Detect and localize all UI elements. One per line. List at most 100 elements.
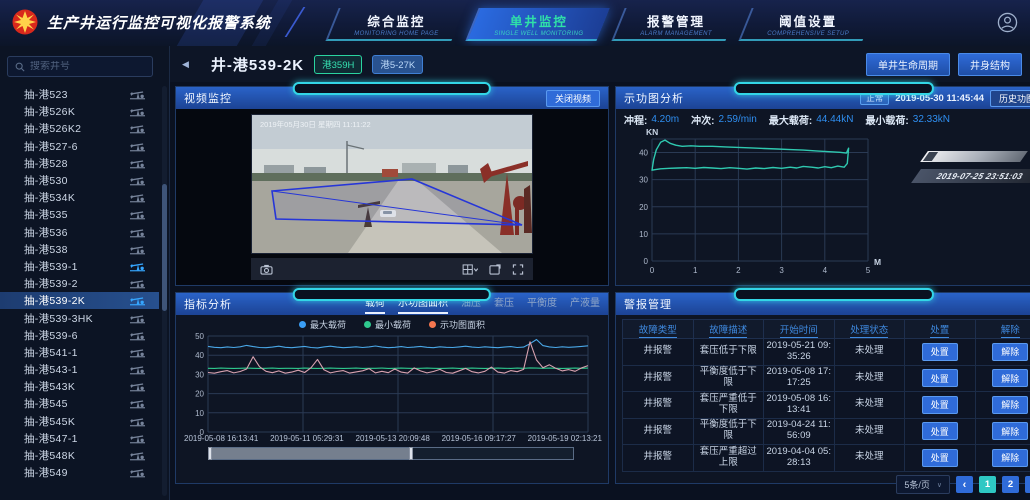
pumpjack-icon xyxy=(130,347,145,358)
well-item[interactable]: 抽-港543-1 xyxy=(0,361,159,378)
metrics-tab-3[interactable]: 油压 xyxy=(461,294,481,314)
user-account-button[interactable] xyxy=(997,12,1018,36)
search-input[interactable] xyxy=(30,61,145,72)
metrics-tab-6[interactable]: 产液量 xyxy=(570,294,600,314)
collapse-sidebar-icon[interactable]: ◀ xyxy=(182,59,189,70)
well-item[interactable]: 抽-港527-6 xyxy=(0,138,159,155)
nav-tab-4[interactable]: 阈值设置COMPREHENSIVE SETUP xyxy=(739,8,876,41)
well-item[interactable]: 抽-港536 xyxy=(0,224,159,241)
pumpjack-icon xyxy=(130,381,145,392)
nav-tab-1[interactable]: 综合监控MONITORING HOME PAGE xyxy=(325,8,465,41)
pumpjack-icon xyxy=(130,244,145,255)
release-alarm-button[interactable]: 解除 xyxy=(992,396,1028,414)
well-structure-button[interactable]: 井身结构 xyxy=(958,53,1022,76)
legend-item[interactable]: 示功图面积 xyxy=(429,318,485,331)
page-number-button[interactable]: 2 xyxy=(1002,476,1019,493)
nav-tab-2[interactable]: 单井监控SINGLE WELL MONITORING xyxy=(466,8,611,41)
well-item-selected[interactable]: 抽-港539-2K xyxy=(0,292,159,309)
well-search[interactable] xyxy=(7,56,153,77)
handle-alarm-button[interactable]: 处置 xyxy=(922,449,958,467)
metrics-tab-2[interactable]: 示功图面积 xyxy=(398,294,448,314)
datazoom-handle-left[interactable] xyxy=(208,447,212,460)
lifecycle-button[interactable]: 单井生命周期 xyxy=(866,53,950,76)
pumpjack-icon xyxy=(130,364,145,375)
datazoom-selection[interactable] xyxy=(209,448,409,459)
nav-tab-3[interactable]: 报警管理ALARM MANAGEMENT xyxy=(611,8,738,41)
well-item[interactable]: 抽-港545K xyxy=(0,413,159,430)
well-item[interactable]: 抽-港523 xyxy=(0,86,159,103)
page-number-button[interactable]: 1 xyxy=(979,476,996,493)
snapshot-camera-icon[interactable] xyxy=(260,264,273,275)
close-video-button[interactable]: 关闭视频 xyxy=(546,90,600,107)
diagram-status-badge: 正常 xyxy=(860,91,889,105)
datazoom-handle-right[interactable] xyxy=(409,447,413,460)
well-item[interactable]: 抽-港539-1 xyxy=(0,258,159,275)
table-cell: 井报警 xyxy=(623,445,694,472)
app-title: 生产井运行监控可视化报警系统 xyxy=(47,12,271,33)
metrics-tab-5[interactable]: 平衡度 xyxy=(527,294,557,314)
well-name: 抽-港541-1 xyxy=(24,345,130,360)
well-item[interactable]: 抽-港539-6 xyxy=(0,327,159,344)
handle-alarm-button[interactable]: 处置 xyxy=(922,396,958,414)
well-badge-green[interactable]: 港359H xyxy=(314,55,362,74)
history-diagram-button[interactable]: 历史功图 xyxy=(990,90,1030,107)
table-cell: 处置 xyxy=(905,365,976,392)
well-name: 抽-港530 xyxy=(24,173,130,188)
nav-tab-subtitle: SINGLE WELL MONITORING xyxy=(495,31,584,37)
legend-dot-icon xyxy=(429,321,436,328)
well-item[interactable]: 抽-港541-1 xyxy=(0,344,159,361)
well-item[interactable]: 抽-港530 xyxy=(0,172,159,189)
nav-tab-label: 报警管理 xyxy=(640,11,712,30)
alarm-column-header: 开始时间 xyxy=(764,320,835,339)
sidebar-scrollbar-thumb[interactable] xyxy=(162,184,167,311)
video-stream[interactable]: 2019年05月30日 星期四 11:11:22 xyxy=(251,114,533,254)
nav-tab-subtitle: MONITORING HOME PAGE xyxy=(354,31,438,37)
table-cell: 套压低于下限 xyxy=(693,339,764,366)
svg-text:4: 4 xyxy=(823,266,828,275)
handle-alarm-button[interactable]: 处置 xyxy=(922,422,958,440)
next-page-button[interactable]: › xyxy=(1025,476,1030,493)
page-size-select[interactable]: 5条/页 ∨ xyxy=(896,475,950,494)
svg-text:KN: KN xyxy=(646,127,658,137)
table-cell: 井报警 xyxy=(623,365,694,392)
svg-text:10: 10 xyxy=(639,230,648,239)
well-name: 抽-港545K xyxy=(24,414,130,429)
layout-grid-icon[interactable] xyxy=(462,264,478,275)
release-alarm-button[interactable]: 解除 xyxy=(992,422,1028,440)
well-item[interactable]: 抽-港543K xyxy=(0,378,159,395)
well-name: 抽-港547-1 xyxy=(24,431,130,446)
handle-alarm-button[interactable]: 处置 xyxy=(922,343,958,361)
datazoom-slider[interactable] xyxy=(208,447,574,460)
diagram-history-slider[interactable] xyxy=(920,151,1028,162)
well-item[interactable]: 抽-港538 xyxy=(0,241,159,258)
release-alarm-button[interactable]: 解除 xyxy=(992,449,1028,467)
well-item[interactable]: 抽-港549 xyxy=(0,464,159,481)
well-item[interactable]: 抽-港548K xyxy=(0,447,159,464)
release-alarm-button[interactable]: 解除 xyxy=(992,343,1028,361)
legend-item[interactable]: 最小载荷 xyxy=(364,318,411,331)
sidebar-scrollbar[interactable] xyxy=(162,86,167,496)
well-name: 抽-港543K xyxy=(24,379,130,394)
legend-item[interactable]: 最大载荷 xyxy=(299,318,346,331)
metrics-tab-4[interactable]: 套压 xyxy=(494,294,514,314)
well-item[interactable]: 抽-港539-3HK xyxy=(0,309,159,326)
prev-page-button[interactable]: ‹ xyxy=(956,476,973,493)
well-item[interactable]: 抽-港545 xyxy=(0,395,159,412)
capture-frame-icon[interactable] xyxy=(489,264,501,275)
well-item[interactable]: 抽-港526K2 xyxy=(0,120,159,137)
alarm-table-header: 故障类型故障描述开始时间处理状态处置解除 xyxy=(623,320,1030,339)
svg-text:3: 3 xyxy=(779,266,784,275)
well-badge-blue[interactable]: 港5-27K xyxy=(372,55,423,74)
alarm-column-header: 处理状态 xyxy=(834,320,905,339)
handle-alarm-button[interactable]: 处置 xyxy=(922,369,958,387)
release-alarm-button[interactable]: 解除 xyxy=(992,369,1028,387)
fullscreen-icon[interactable] xyxy=(512,264,524,275)
well-item[interactable]: 抽-港528 xyxy=(0,155,159,172)
well-item[interactable]: 抽-港535 xyxy=(0,206,159,223)
well-item[interactable]: 抽-港526K xyxy=(0,103,159,120)
metrics-tab-1[interactable]: 载荷 xyxy=(365,294,385,314)
well-item[interactable]: 抽-港539-2 xyxy=(0,275,159,292)
diagram-history-date[interactable]: 2019-07-25 23:51:03 xyxy=(911,169,1030,183)
well-item[interactable]: 抽-港534K xyxy=(0,189,159,206)
well-item[interactable]: 抽-港547-1 xyxy=(0,430,159,447)
